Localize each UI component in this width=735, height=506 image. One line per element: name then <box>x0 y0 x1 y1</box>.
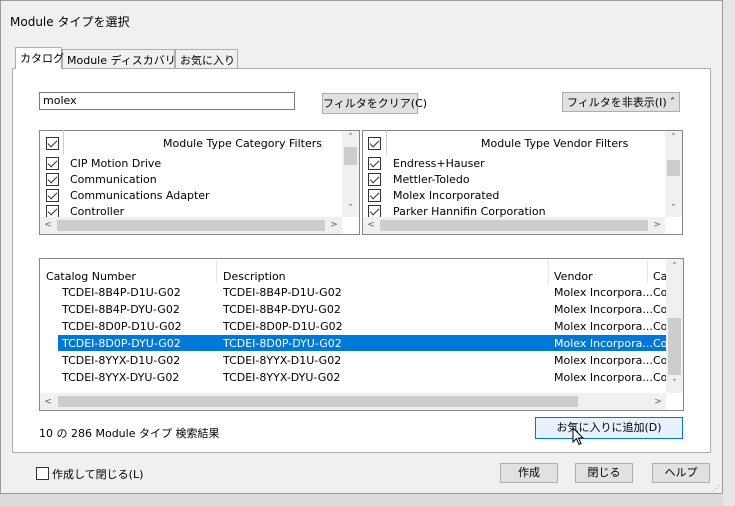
add-favorite-button[interactable]: お気に入りに追加(D) <box>535 417 683 439</box>
cell-vendor: Molex Incorpora... <box>554 354 653 367</box>
scroll-left-icon[interactable]: < <box>42 219 54 231</box>
category-filter-header: Module Type Category Filters <box>163 137 322 150</box>
create-button[interactable]: 作成 <box>500 463 558 483</box>
category-item: Communication <box>70 173 157 186</box>
double-chevron-up-icon: ˄ <box>670 97 675 108</box>
vendor-item: Mettler-Toledo <box>393 173 470 186</box>
scroll-right-icon[interactable]: > <box>328 219 340 231</box>
header-divider <box>63 130 64 155</box>
category-select-all-checkbox[interactable] <box>46 137 59 150</box>
background-window <box>723 0 735 506</box>
cell-catalog: TCDEI-8YYX-DYU-G02 <box>62 371 180 384</box>
vendor-filter-header: Module Type Vendor Filters <box>481 137 629 150</box>
cell-vendor: Molex Incorpora... <box>554 337 653 350</box>
scroll-up-icon[interactable]: ˄ <box>665 132 682 144</box>
cell-category: Co <box>653 303 666 316</box>
dialog-title: Module タイプを選択 <box>10 15 130 29</box>
tab-catalog[interactable]: カタログ <box>15 47 64 69</box>
scroll-up-icon[interactable]: ˄ <box>342 132 359 144</box>
column-divider[interactable] <box>548 261 549 283</box>
cell-description: TCDEI-8YYX-DYU-G02 <box>223 371 341 384</box>
search-input[interactable]: molex <box>39 92 295 110</box>
vendor-select-all-checkbox[interactable] <box>368 137 381 150</box>
cell-vendor: Molex Incorpora... <box>554 371 653 384</box>
cell-description: TCDEI-8B4P-DYU-G02 <box>223 303 341 316</box>
cell-category: Co <box>653 320 666 333</box>
column-header-vendor[interactable]: Vendor <box>554 270 593 283</box>
cell-vendor: Molex Incorpora... <box>554 303 653 316</box>
scroll-thumb[interactable] <box>58 396 578 407</box>
cell-category: Co <box>653 286 666 299</box>
scroll-right-icon[interactable]: > <box>651 219 663 231</box>
vendor-checkbox[interactable] <box>368 189 381 202</box>
column-header-description[interactable]: Description <box>223 270 286 283</box>
mouse-pointer-icon <box>572 427 585 446</box>
cell-category: Co <box>653 354 666 367</box>
vendor-checkbox[interactable] <box>368 173 381 186</box>
scroll-down-icon[interactable]: ˅ <box>342 203 359 215</box>
scroll-thumb[interactable] <box>344 147 357 165</box>
cell-description: TCDEI-8B4P-D1U-G02 <box>223 286 342 299</box>
hide-filter-button[interactable]: フィルタを非表示(I) ˄ <box>562 92 680 112</box>
cell-catalog: TCDEI-8B4P-D1U-G02 <box>62 286 181 299</box>
category-item: CIP Motion Drive <box>70 157 162 170</box>
help-button[interactable]: ヘルプ <box>652 463 710 483</box>
column-divider[interactable] <box>216 261 217 283</box>
cell-catalog: TCDEI-8B4P-DYU-G02 <box>62 303 180 316</box>
result-count-text: 10 の 286 Module タイプ 検索結果 <box>39 427 220 440</box>
category-item: Communications Adapter <box>70 189 210 202</box>
scroll-up-icon[interactable]: ˄ <box>666 261 683 273</box>
cell-vendor: Molex Incorpora... <box>554 320 653 333</box>
scroll-right-icon[interactable]: > <box>652 396 664 408</box>
column-divider[interactable] <box>647 261 648 283</box>
cell-description: TCDEI-8YYX-D1U-G02 <box>223 354 342 367</box>
scroll-left-icon[interactable]: < <box>365 219 377 231</box>
category-checkbox[interactable] <box>46 173 59 186</box>
vendor-item: Endress+Hauser <box>393 157 485 170</box>
scroll-left-icon[interactable]: < <box>42 396 54 408</box>
clear-filter-button[interactable]: フィルタをクリア(C) <box>322 93 427 114</box>
cell-description: TCDEI-8D0P-DYU-G02 <box>223 337 342 350</box>
tab-favorites[interactable]: お気に入り <box>175 49 238 68</box>
cell-category: Co <box>653 337 666 350</box>
column-header-category[interactable]: Ca <box>653 270 666 283</box>
tab-module-discovery[interactable]: Module ディスカバリー <box>62 49 187 68</box>
cell-catalog: TCDEI-8D0P-DYU-G02 <box>62 337 181 350</box>
vendor-checkbox[interactable] <box>368 157 381 170</box>
scroll-thumb[interactable] <box>380 220 648 231</box>
cell-description: TCDEI-8D0P-D1U-G02 <box>223 320 343 333</box>
header-divider <box>386 130 387 155</box>
cell-category: Co <box>653 371 666 384</box>
column-header-catalog[interactable]: Catalog Number <box>46 270 136 283</box>
cell-catalog: TCDEI-8D0P-D1U-G02 <box>62 320 182 333</box>
close-button[interactable]: 閉じる <box>575 463 633 483</box>
close-after-create-label: 作成して閉じる(L) <box>52 468 144 481</box>
vendor-item: Molex Incorporated <box>393 189 500 202</box>
scroll-down-icon[interactable]: ˅ <box>666 378 683 390</box>
category-checkbox[interactable] <box>46 189 59 202</box>
scroll-thumb[interactable] <box>667 160 680 176</box>
close-after-create-checkbox[interactable] <box>36 467 49 480</box>
category-checkbox[interactable] <box>46 157 59 170</box>
cell-vendor: Molex Incorpora... <box>554 286 653 299</box>
cell-catalog: TCDEI-8YYX-D1U-G02 <box>62 354 181 367</box>
scroll-thumb[interactable] <box>668 318 681 375</box>
hide-filter-label: フィルタを非表示(I) <box>567 96 667 109</box>
scroll-down-icon[interactable]: ˅ <box>665 203 682 215</box>
resize-grip-icon[interactable]: ⋰ <box>712 484 720 493</box>
scroll-thumb[interactable] <box>57 220 325 231</box>
